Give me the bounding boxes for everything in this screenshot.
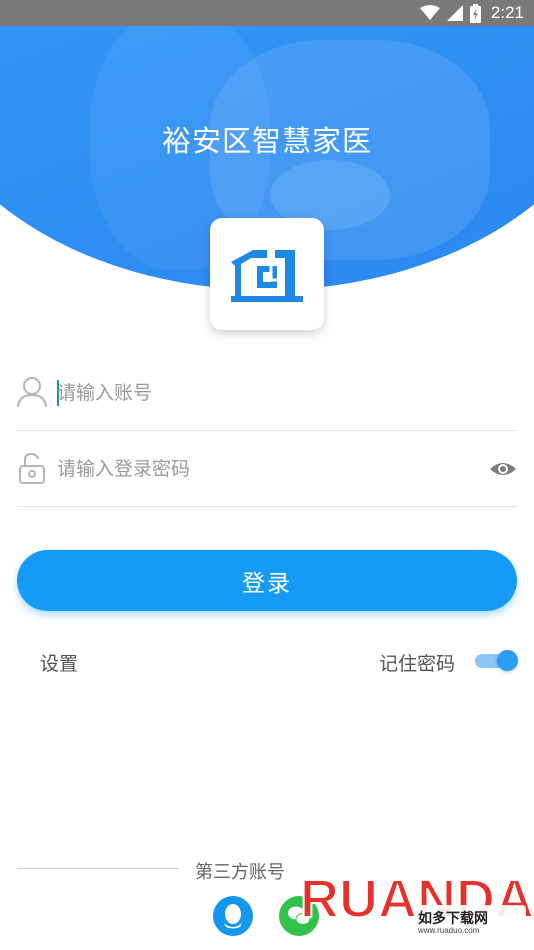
wifi-icon [419,5,440,20]
app-title: 裕安区智慧家医 [161,124,372,158]
login-button[interactable]: 登录 [17,550,517,611]
account-input[interactable] [57,376,477,410]
password-input[interactable] [57,452,477,486]
show-password-icon[interactable] [489,456,517,482]
password-field [17,432,517,507]
remember-password-toggle[interactable] [475,650,518,672]
battery-icon [469,3,481,23]
status-bar: 2:21 [0,0,534,26]
divider-line [17,868,179,869]
qq-login-button[interactable] [213,896,253,936]
status-icons: 2:21 [419,3,524,23]
account-field [17,356,517,431]
status-time: 2:21 [490,3,524,22]
user-icon [17,377,47,408]
lock-icon [19,452,45,484]
third-party-label: 第三方账号 [195,862,285,883]
ruanduo-watermark: RUANDAO 如多下载网 www.ruaduo.com [296,855,534,950]
watermark-subtitle: 如多下载网 [418,910,488,927]
app-logo [210,218,324,330]
qq-icon [224,904,242,929]
login-screen: 2:21 裕安区智慧家医 请输入账号 登录 设置 记住密码 第三方账号 RUAN… [0,0,534,950]
settings-link[interactable]: 设置 [40,649,78,676]
text-cursor [57,380,59,406]
signal-icon [446,5,463,21]
watermark-url: www.ruaduo.com [417,926,480,935]
home-building-logo [231,250,303,302]
toggle-knob [497,650,518,671]
remember-password-label: 记住密码 [379,653,456,675]
